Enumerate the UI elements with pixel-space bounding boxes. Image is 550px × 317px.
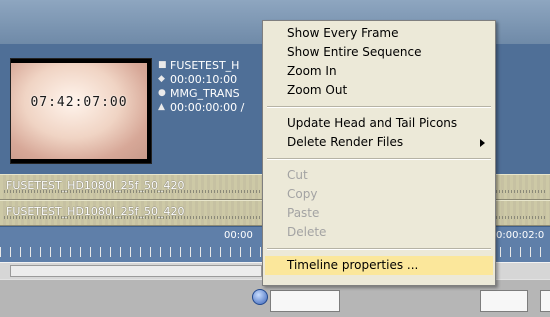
menu-separator xyxy=(267,106,491,108)
clip-media-row: ● MMG_TRANS xyxy=(158,86,264,100)
scrollbar-thumb[interactable] xyxy=(10,265,262,277)
menu-item-show-entire-sequence[interactable]: Show Entire Sequence xyxy=(265,43,493,62)
menu-item-cut[interactable]: Cut xyxy=(265,166,493,185)
context-menu: Show Every Frame Show Entire Sequence Zo… xyxy=(262,20,496,286)
thumbnail-image xyxy=(11,63,147,159)
clip-name: FUSETEST_H xyxy=(170,58,240,72)
timecode-field[interactable] xyxy=(480,290,528,312)
menu-item-update-picons[interactable]: Update Head and Tail Picons xyxy=(265,114,493,133)
clip-info: ■ FUSETEST_H ◆ 00:00:10:00 ● MMG_TRANS ▲… xyxy=(158,58,264,114)
menu-item-label: Delete Render Files xyxy=(287,135,404,149)
clip-media: MMG_TRANS xyxy=(170,86,240,100)
menu-item-show-every-frame[interactable]: Show Every Frame xyxy=(265,24,493,43)
media-icon: ● xyxy=(158,88,166,98)
zoom-field[interactable] xyxy=(270,290,340,312)
globe-icon[interactable] xyxy=(252,289,268,305)
duration-icon: ◆ xyxy=(158,74,165,84)
clip-name-row: ■ FUSETEST_H xyxy=(158,58,264,72)
film-icon: ■ xyxy=(158,60,167,70)
menu-separator xyxy=(267,158,491,160)
ruler-label-center: 00:00 xyxy=(224,230,253,241)
timecode-icon: ▲ xyxy=(158,102,165,112)
menu-item-delete-render-files[interactable]: Delete Render Files xyxy=(265,133,493,152)
clip-duration-row: ◆ 00:00:10:00 xyxy=(158,72,264,86)
clip-duration: 00:00:10:00 xyxy=(170,72,238,86)
ruler-label-right: 0:00:02:0 xyxy=(496,230,545,241)
menu-item-zoom-out[interactable]: Zoom Out xyxy=(265,81,493,100)
menu-item-zoom-in[interactable]: Zoom In xyxy=(265,62,493,81)
menu-separator xyxy=(267,248,491,250)
clip-thumbnail[interactable]: 07:42:07:00 xyxy=(10,58,152,164)
clip-timecode: 00:00:00:00 / xyxy=(170,100,245,114)
toolbar-button[interactable] xyxy=(540,290,550,312)
menu-item-copy[interactable]: Copy xyxy=(265,185,493,204)
clip-timecode-row: ▲ 00:00:00:00 / xyxy=(158,100,264,114)
menu-item-delete[interactable]: Delete xyxy=(265,223,493,242)
submenu-arrow-icon xyxy=(480,139,485,147)
thumbnail-timecode: 07:42:07:00 xyxy=(30,95,128,110)
menu-item-paste[interactable]: Paste xyxy=(265,204,493,223)
menu-item-timeline-properties[interactable]: Timeline properties ... xyxy=(265,256,493,275)
